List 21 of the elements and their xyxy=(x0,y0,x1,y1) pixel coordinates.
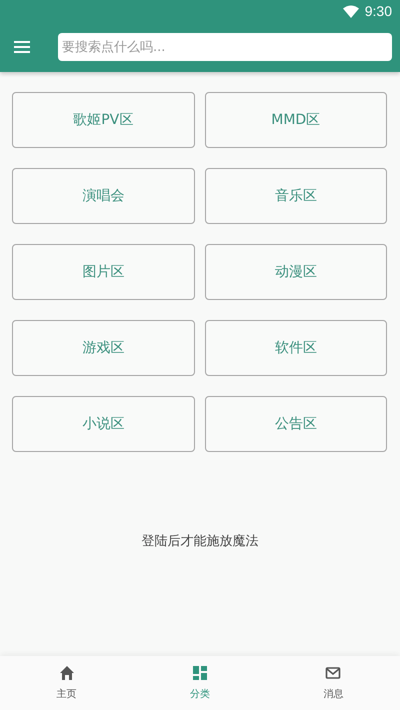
menu-icon[interactable] xyxy=(14,41,30,53)
status-time: 9:30 xyxy=(364,3,392,19)
category-button[interactable]: 演唱会 xyxy=(12,168,194,224)
home-icon xyxy=(58,665,75,681)
category-button[interactable]: 歌姬PV区 xyxy=(12,92,194,148)
category-button[interactable]: 公告区 xyxy=(204,396,387,452)
nav-tab[interactable]: 消息 xyxy=(266,656,400,710)
grid-icon xyxy=(192,665,208,681)
mail-icon xyxy=(325,665,342,681)
category-button[interactable]: 软件区 xyxy=(204,320,387,376)
category-button[interactable]: 动漫区 xyxy=(204,244,387,300)
search-field[interactable]: 要搜索点什么吗... xyxy=(58,33,392,61)
login-notice: 登陆后才能施放魔法 xyxy=(142,533,258,550)
wifi-icon xyxy=(342,4,359,18)
nav-tab[interactable]: 主页 xyxy=(0,656,134,710)
category-button[interactable]: 音乐区 xyxy=(204,168,387,224)
category-button[interactable]: 游戏区 xyxy=(12,320,194,376)
category-button[interactable]: 小说区 xyxy=(12,396,194,452)
category-button[interactable]: 图片区 xyxy=(12,244,194,300)
nav-tab[interactable]: 分类 xyxy=(133,656,267,710)
category-button[interactable]: MMD区 xyxy=(204,92,387,148)
